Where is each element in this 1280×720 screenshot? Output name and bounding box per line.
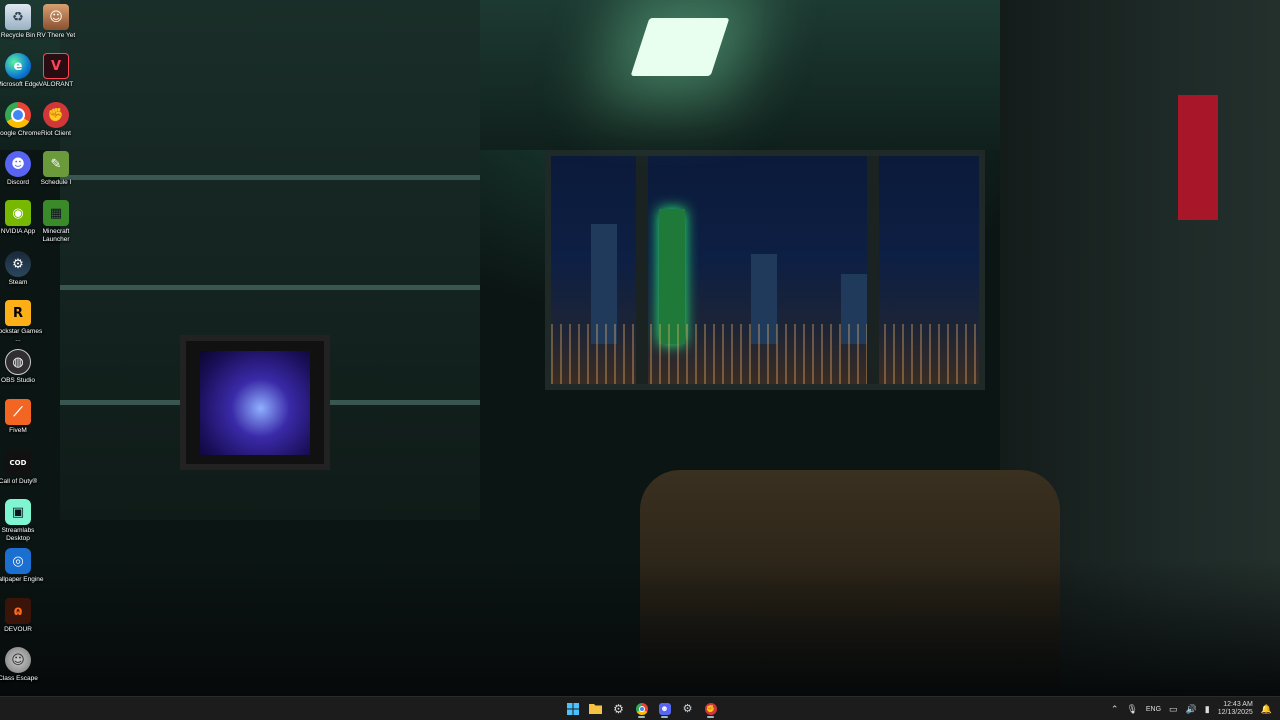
desktop-icon-label: Streamlabs Desktop: [1, 527, 35, 542]
desktop-icon-fivem[interactable]: ⟋ FiveM: [0, 399, 36, 435]
recycle-bin-icon: ♻: [5, 4, 31, 30]
desktop-icon-rockstar-games[interactable]: R Rockstar Games ...: [0, 300, 42, 344]
desktop-icon-steam[interactable]: ⚙ Steam: [0, 251, 36, 287]
volume-icon[interactable]: 🔊: [1186, 704, 1197, 715]
taskbar-chrome[interactable]: [632, 699, 651, 718]
desktop-icon-minecraft-launcher[interactable]: ▦ Minecraft Launcher: [38, 200, 74, 244]
minecraft-icon: ▦: [43, 200, 69, 226]
desktop-icon-label: Class Escape: [0, 675, 38, 682]
riot-client-icon: ✊: [704, 702, 717, 715]
network-icon[interactable]: ▭: [1169, 704, 1178, 715]
battery-icon[interactable]: ▮: [1205, 704, 1210, 715]
gear-icon: ⚙: [613, 701, 624, 716]
chevron-up-icon[interactable]: ⌃: [1111, 704, 1119, 715]
clock[interactable]: 12:43 AM 12/13/2025: [1218, 701, 1253, 717]
streamlabs-icon: ▣: [5, 499, 31, 525]
nvidia-icon: ◉: [5, 200, 31, 226]
desktop-icon-label: Riot Client: [41, 130, 71, 137]
schedule-i-icon: ✎: [43, 151, 69, 177]
notification-icon[interactable]: 🔔: [1261, 704, 1272, 715]
wallpaper-window: [545, 150, 985, 390]
desktop-icon-riot-client[interactable]: ✊ Riot Client: [38, 102, 74, 138]
chrome-icon: [635, 702, 648, 715]
desktop-icon-label: VALORANT: [38, 81, 74, 88]
clock-time: 12:43 AM: [1223, 701, 1253, 708]
call-of-duty-icon: COD: [5, 450, 31, 476]
chrome-icon: [5, 102, 31, 128]
taskbar-pinned-apps: ⚙ ☻ ⚙ ✊: [563, 699, 720, 719]
desktop-icon-label: DEVOUR: [4, 626, 32, 633]
wallpaper-poster: [1178, 95, 1218, 220]
desktop-icon-class-escape[interactable]: ☺ Class Escape: [0, 647, 38, 683]
desktop-icon-label: Rockstar Games ...: [0, 328, 43, 343]
discord-icon: ☻: [5, 151, 31, 177]
wallpaper-engine-icon: ◎: [5, 548, 31, 574]
windows-start-icon: [566, 702, 579, 715]
steam-icon: ⚙: [682, 702, 693, 715]
rockstar-icon: R: [5, 300, 31, 326]
language-indicator[interactable]: ENG: [1146, 706, 1161, 713]
desktop-icon-streamlabs-desktop[interactable]: ▣ Streamlabs Desktop: [0, 499, 36, 543]
taskbar-settings[interactable]: ⚙: [609, 699, 628, 718]
folder-icon: [589, 704, 602, 714]
obs-icon: ◍: [5, 349, 31, 375]
taskbar-steam[interactable]: ⚙: [678, 699, 697, 718]
wallpaper-floor: [0, 560, 1280, 696]
wallpaper-tv-screen: [200, 351, 310, 455]
desktop-icon-grid: ♻ Recycle Bin e Microsoft Edge Google Ch…: [0, 0, 80, 696]
desktop-icon-label: Schedule I: [40, 179, 72, 186]
fivem-icon: ⟋: [5, 399, 31, 425]
taskbar-file-explorer[interactable]: [586, 699, 605, 718]
wallpaper-tv: [180, 335, 330, 470]
desktop-wallpaper: [0, 0, 1280, 696]
desktop-icon-call-of-duty[interactable]: COD Call of Duty®: [0, 450, 37, 486]
desktop-icon-obs-studio[interactable]: ◍ OBS Studio: [0, 349, 36, 385]
desktop-icon-valorant[interactable]: V VALORANT: [38, 53, 74, 89]
desktop-icon-devour[interactable]: ɷ DEVOUR: [0, 598, 36, 634]
wallpaper-window-frame: [867, 156, 879, 384]
desktop-icon-label: Call of Duty®: [0, 478, 38, 485]
desktop-icon-label: Minecraft Launcher: [42, 228, 70, 243]
wallpaper-city-lights: [551, 324, 979, 384]
desktop-icon-rv-there-yet[interactable]: ☺ RV There Yet: [37, 4, 75, 40]
desktop-icon-label: Steam: [8, 279, 28, 286]
system-tray: ⌃ 🎙 ENG ▭ 🔊 ▮ 12:43 AM 12/13/2025 🔔: [1111, 697, 1272, 720]
wallpaper-window-frame: [636, 156, 648, 384]
desktop-icon-label: Wallpaper Engine: [0, 576, 44, 583]
valorant-icon: V: [43, 53, 69, 79]
edge-icon: e: [5, 53, 31, 79]
taskbar: ⚙ ☻ ⚙ ✊ ⌃ 🎙 ENG ▭ 🔊 ▮ 12:43 AM 12/13/202…: [0, 696, 1280, 720]
taskbar-discord[interactable]: ☻: [655, 699, 674, 718]
wallpaper-shelf: [60, 175, 480, 180]
taskbar-riot-client[interactable]: ✊: [701, 699, 720, 718]
desktop-icon-label: OBS Studio: [1, 377, 35, 384]
discord-icon: ☻: [658, 702, 671, 715]
rv-there-yet-icon: ☺: [43, 4, 69, 30]
desktop-icon-schedule-i[interactable]: ✎ Schedule I: [38, 151, 74, 187]
wallpaper-shelf: [60, 285, 480, 290]
devour-icon: ɷ: [5, 598, 31, 624]
desktop-icon-wallpaper-engine[interactable]: ◎ Wallpaper Engine: [0, 548, 44, 584]
desktop-icon-label: FiveM: [9, 427, 27, 434]
steam-icon: ⚙: [5, 251, 31, 277]
clock-date: 12/13/2025: [1217, 709, 1253, 716]
desktop-icon-label: RV There Yet: [36, 32, 76, 39]
riot-client-icon: ✊: [43, 102, 69, 128]
start-button[interactable]: [563, 699, 582, 718]
class-escape-icon: ☺: [5, 647, 31, 673]
microphone-icon[interactable]: 🎙: [1126, 704, 1137, 715]
